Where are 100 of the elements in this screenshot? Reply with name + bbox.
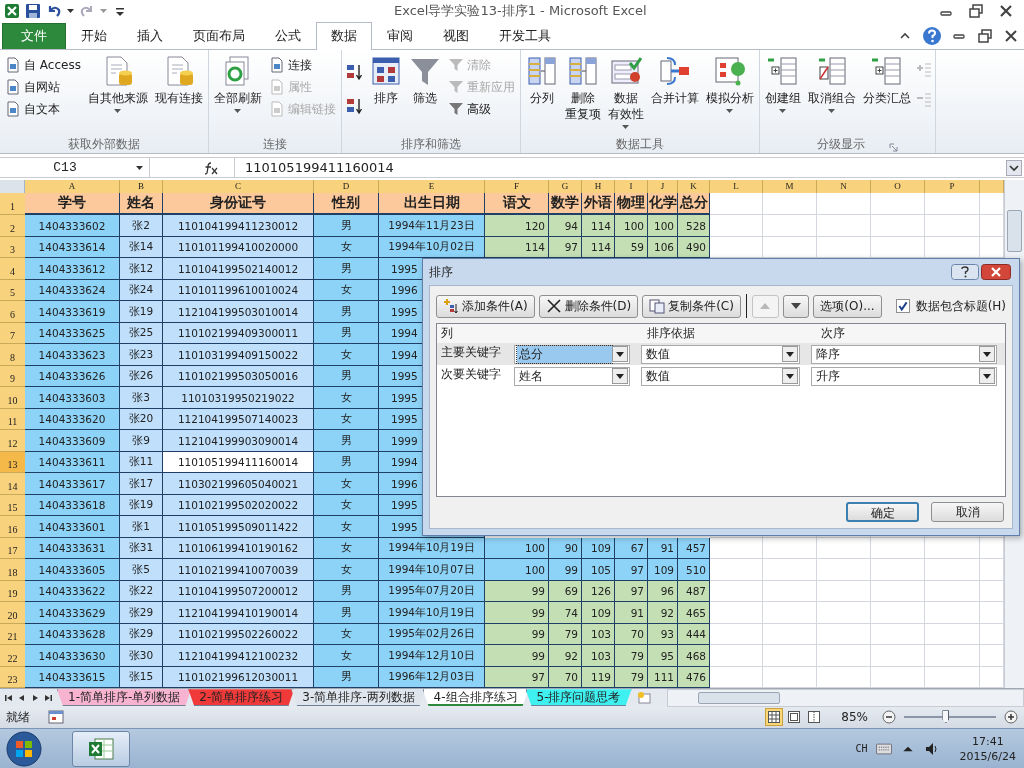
dialog-button[interactable]: 确定: [846, 502, 919, 523]
header-cell: 外语: [582, 193, 615, 216]
row-header[interactable]: 5: [0, 279, 25, 302]
sort-on-dropdown[interactable]: 数值: [641, 366, 800, 386]
order-dropdown[interactable]: 升序: [810, 366, 997, 386]
clock-time[interactable]: 17:41: [971, 733, 1004, 749]
dialog-button[interactable]: 取消: [931, 502, 1004, 523]
column-header[interactable]: P: [925, 180, 980, 194]
checkbox-label[interactable]: 数据包含标题(H): [915, 297, 1006, 315]
language-indicator[interactable]: CH: [855, 743, 868, 755]
column-header[interactable]: B: [120, 180, 163, 194]
delete-level-button[interactable]: 删除条件(D): [538, 294, 639, 318]
table-cell: 1404333629: [25, 602, 120, 624]
ribbon-button[interactable]: 取消组合: [805, 51, 858, 136]
sheet-tab[interactable]: 3-简单排序-两列数据: [291, 689, 426, 707]
ribbon-button[interactable]: 自网站: [3, 77, 83, 97]
add-level-button[interactable]: 添加条件(A): [436, 294, 535, 318]
ribbon-tab[interactable]: 数据: [316, 21, 372, 50]
row-header[interactable]: 11: [0, 408, 25, 431]
ribbon-button[interactable]: 模拟分析: [703, 51, 756, 136]
ribbon-button[interactable]: 连接: [266, 55, 338, 75]
row-header[interactable]: 3: [0, 236, 25, 259]
ribbon-tab[interactable]: 页面布局: [178, 22, 260, 49]
options-button[interactable]: 选项(O)...: [813, 294, 882, 318]
row-header[interactable]: 14: [0, 473, 25, 495]
ribbon-button[interactable]: 删除 重复项: [562, 51, 603, 136]
column-header[interactable]: I: [615, 180, 648, 194]
ribbon-button[interactable]: 创建组: [762, 51, 803, 136]
row-header[interactable]: 16: [0, 516, 25, 538]
row-header[interactable]: 4: [0, 258, 25, 280]
sort-on-dropdown[interactable]: 数值: [641, 344, 800, 364]
row-header[interactable]: 12: [0, 430, 25, 452]
column-heading: 次序: [821, 325, 845, 343]
ribbon-button[interactable]: 自其他来源: [85, 51, 150, 136]
ribbon-button[interactable]: 筛选: [406, 51, 443, 136]
ribbon-button[interactable]: 现有连接: [152, 51, 205, 136]
column-header[interactable]: E: [379, 180, 485, 194]
sheet-tab[interactable]: 1-简单排序-单列数据: [57, 689, 192, 707]
column-header[interactable]: C: [163, 180, 314, 194]
ribbon-button[interactable]: 数据 有效性: [605, 51, 646, 136]
ribbon-button[interactable]: 高级: [445, 99, 517, 119]
row-header[interactable]: 23: [0, 666, 25, 689]
sheet-tab[interactable]: 2-简单排序练习: [188, 689, 295, 707]
row-header[interactable]: 8: [0, 344, 25, 366]
row-header[interactable]: 7: [0, 322, 25, 345]
row-header[interactable]: 1: [0, 193, 25, 216]
row-header[interactable]: 15: [0, 494, 25, 517]
column-header[interactable]: L: [710, 180, 763, 194]
row-header[interactable]: 20: [0, 602, 25, 624]
sheet-tab[interactable]: 5-排序问题思考: [525, 689, 632, 707]
row-header[interactable]: 19: [0, 580, 25, 603]
sheet-tab[interactable]: 4-组合排序练习: [422, 689, 529, 707]
column-header[interactable]: N: [817, 180, 871, 194]
ribbon-tab[interactable]: 插入: [122, 22, 178, 49]
ribbon-tab[interactable]: 开始: [66, 22, 122, 49]
column-dropdown[interactable]: 总分: [513, 344, 631, 364]
row-header[interactable]: 10: [0, 387, 25, 409]
name-box[interactable]: C13: [0, 158, 150, 178]
column-header[interactable]: D: [314, 180, 379, 194]
row-header[interactable]: 21: [0, 623, 25, 646]
ribbon-button[interactable]: 合并计算: [648, 51, 701, 136]
ribbon-button[interactable]: 全部刷新: [211, 51, 264, 136]
column-header[interactable]: G: [549, 180, 582, 194]
row-header[interactable]: 22: [0, 645, 25, 667]
ribbon-tab[interactable]: 视图: [428, 22, 484, 49]
table-cell: 110102199409300011: [163, 322, 314, 345]
table-cell: 张2: [120, 215, 163, 237]
row-header[interactable]: 9: [0, 365, 25, 388]
row-header[interactable]: 13: [0, 451, 25, 474]
ribbon-button[interactable]: 分列: [523, 51, 560, 136]
ribbon-tab[interactable]: 审阅: [372, 22, 428, 49]
column-header[interactable]: M: [763, 180, 817, 194]
row-header[interactable]: 18: [0, 559, 25, 581]
table-cell: 张22: [120, 580, 163, 603]
table-cell: 1404333624: [25, 279, 120, 302]
column-dropdown[interactable]: 姓名: [513, 366, 631, 386]
ribbon-tab[interactable]: 文件: [2, 22, 66, 49]
ribbon-tab[interactable]: 开发工具: [484, 22, 566, 49]
row-header[interactable]: 2: [0, 215, 25, 237]
table-cell: 1994年10月19日: [379, 537, 485, 560]
column-header[interactable]: H: [582, 180, 615, 194]
column-header[interactable]: F: [485, 180, 549, 194]
column-header[interactable]: K: [678, 180, 710, 194]
ribbon-button[interactable]: 分类汇总: [860, 51, 913, 136]
column-header[interactable]: O: [871, 180, 925, 194]
row-header[interactable]: 17: [0, 537, 25, 560]
order-dropdown[interactable]: 降序: [810, 344, 997, 364]
column-header[interactable]: J: [648, 180, 678, 194]
row-header[interactable]: 6: [0, 301, 25, 323]
ribbon-button[interactable]: 自文本: [3, 99, 83, 119]
column-header[interactable]: A: [25, 180, 120, 194]
ribbon-tab[interactable]: 公式: [260, 22, 316, 49]
table-cell: 103: [582, 645, 615, 667]
ribbon-button[interactable]: 排序: [367, 51, 404, 136]
zoom-level[interactable]: 85%: [841, 710, 868, 725]
sort-level-row[interactable]: 主要关键字 总分 数值 降序: [437, 343, 1005, 366]
ribbon-button[interactable]: 自 Access: [3, 55, 83, 75]
clock-date[interactable]: 2015/6/24: [959, 748, 1016, 764]
table-cell: 1404333628: [25, 623, 120, 646]
copy-level-button[interactable]: 复制条件(C): [642, 294, 741, 318]
